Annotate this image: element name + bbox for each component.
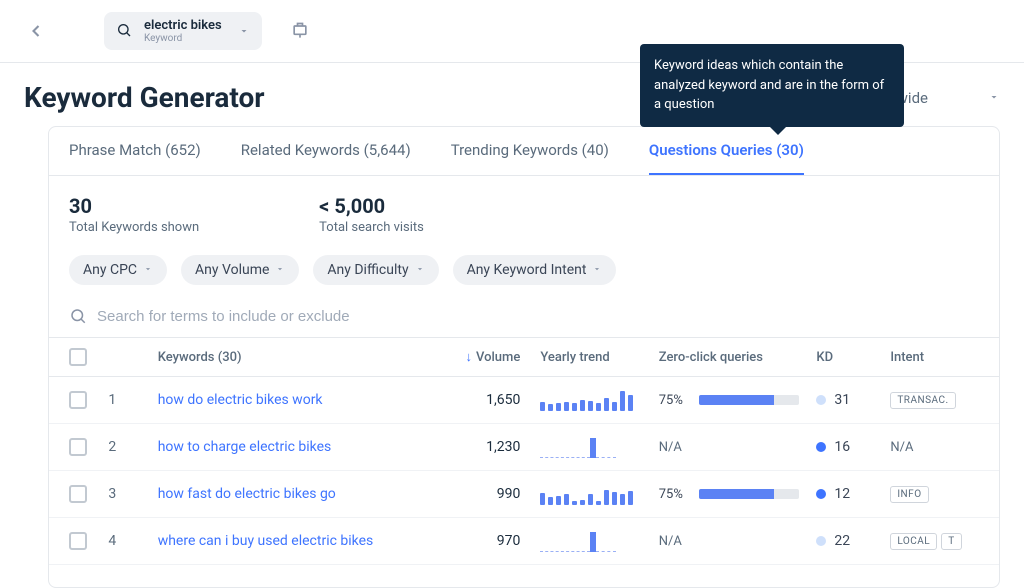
chevron-down-icon	[238, 22, 250, 41]
keyword-link[interactable]: how to charge electric bikes	[158, 439, 332, 455]
zero-click-cell: 75%	[649, 487, 817, 502]
search-icon	[116, 22, 134, 40]
filter-volume[interactable]: Any Volume	[181, 255, 299, 285]
keyword-link[interactable]: where can i buy used electric bikes	[158, 533, 374, 549]
col-intent[interactable]: Intent	[890, 350, 979, 365]
chevron-down-icon	[275, 262, 285, 278]
chevron-down-icon	[592, 262, 602, 278]
tab-phrase-match[interactable]: Phrase Match (652)	[69, 141, 201, 175]
trend-sparkline	[520, 530, 648, 552]
filter-intent[interactable]: Any Keyword Intent	[453, 255, 617, 285]
col-zero[interactable]: Zero-click queries	[649, 350, 817, 365]
col-volume[interactable]: ↓Volume	[432, 349, 521, 365]
row-checkbox[interactable]	[69, 391, 87, 409]
chevron-down-icon	[415, 262, 425, 278]
zero-click-cell: 75%	[649, 393, 817, 408]
volume-value: 970	[432, 533, 521, 549]
chip-sublabel: Keyword	[144, 33, 222, 44]
kd-cell: 31	[816, 392, 890, 408]
trend-sparkline	[520, 436, 648, 458]
tab-questions[interactable]: Questions Queries (30)	[649, 141, 804, 175]
intent-cell: INFO	[890, 485, 979, 503]
row-index: 1	[108, 392, 157, 408]
trend-sparkline	[520, 483, 648, 505]
keyword-link[interactable]: how do electric bikes work	[158, 392, 323, 408]
chip-label: electric bikes	[144, 18, 222, 33]
volume-value: 990	[432, 486, 521, 502]
volume-value: 1,230	[432, 439, 521, 455]
page-title: Keyword Generator	[24, 81, 265, 114]
keyword-link[interactable]: how fast do electric bikes go	[158, 486, 336, 502]
row-checkbox[interactable]	[69, 532, 87, 550]
table-row: 1how do electric bikes work 1,650 75%31TRA…	[49, 377, 999, 424]
tooltip: Keyword ideas which contain the analyzed…	[640, 44, 904, 127]
results-card: Phrase Match (652) Related Keywords (5,6…	[48, 126, 1000, 588]
keyword-chip[interactable]: electric bikes Keyword	[104, 12, 262, 50]
table-row: 2how to charge electric bikes 1,230 N/A16N…	[49, 424, 999, 471]
row-index: 3	[108, 486, 157, 502]
total-keywords-value: 30	[69, 194, 199, 218]
filter-difficulty[interactable]: Any Difficulty	[313, 255, 438, 285]
row-checkbox[interactable]	[69, 485, 87, 503]
kd-cell: 22	[816, 533, 890, 549]
kd-cell: 16	[816, 439, 890, 455]
row-index: 4	[108, 533, 157, 549]
intent-cell: N/A	[890, 439, 979, 455]
col-trend[interactable]: Yearly trend	[520, 350, 648, 365]
tab-trending[interactable]: Trending Keywords (40)	[451, 141, 609, 175]
search-icon	[69, 307, 87, 325]
table-row: 3how fast do electric bikes go 990 75%12IN…	[49, 471, 999, 518]
trend-sparkline	[520, 389, 648, 411]
col-keywords[interactable]: Keywords (30)	[158, 350, 432, 365]
kd-cell: 12	[816, 486, 890, 502]
chevron-down-icon	[988, 89, 1000, 107]
intent-cell: LOCALT	[890, 532, 979, 550]
total-visits-label: Total search visits	[319, 220, 424, 235]
filter-cpc[interactable]: Any CPC	[69, 255, 167, 285]
pin-button[interactable]	[288, 19, 312, 43]
chevron-down-icon	[143, 262, 153, 278]
intent-cell: TRANSAC.	[890, 391, 979, 409]
total-keywords-label: Total Keywords shown	[69, 220, 199, 235]
sort-down-icon: ↓	[466, 349, 473, 365]
volume-value: 1,650	[432, 392, 521, 408]
tab-related[interactable]: Related Keywords (5,644)	[241, 141, 411, 175]
zero-click-cell: N/A	[649, 439, 817, 455]
row-checkbox[interactable]	[69, 438, 87, 456]
row-index: 2	[108, 439, 157, 455]
table-row: 4where can i buy used electric bikes 970 N…	[49, 518, 999, 565]
table-search-input[interactable]	[97, 308, 497, 325]
tabs: Phrase Match (652) Related Keywords (5,6…	[49, 127, 999, 176]
zero-click-cell: N/A	[649, 533, 817, 549]
col-kd[interactable]: KD	[816, 350, 890, 365]
total-visits-value: < 5,000	[319, 194, 424, 218]
select-all-checkbox[interactable]	[69, 348, 87, 366]
scope-select[interactable]: wide	[897, 89, 1000, 107]
back-button[interactable]	[24, 19, 48, 43]
